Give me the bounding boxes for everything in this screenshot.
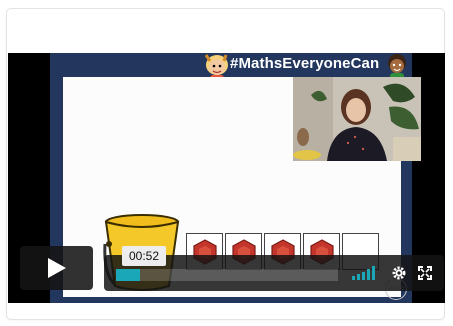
progress-bar[interactable] (116, 269, 338, 281)
volume-icon[interactable] (352, 266, 378, 280)
presenter-image (293, 77, 421, 161)
play-button[interactable] (20, 246, 93, 290)
fullscreen-icon[interactable] (418, 266, 432, 280)
time-tooltip: 00:52 (122, 246, 166, 266)
gear-icon[interactable] (391, 265, 407, 281)
play-icon (47, 258, 66, 278)
presenter-webcam (293, 77, 421, 161)
progress-fill (116, 269, 141, 281)
hashtag-title: #MathsEveryoneCan (230, 55, 380, 72)
